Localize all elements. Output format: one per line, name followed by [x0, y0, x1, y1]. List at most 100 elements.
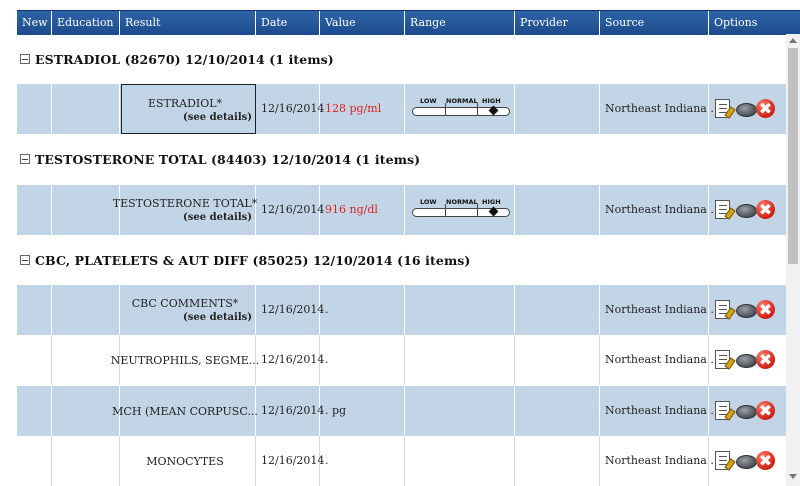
edit-document-icon[interactable]	[715, 451, 736, 471]
result-value: .	[325, 353, 329, 366]
collapse-toggle-icon[interactable]	[20, 154, 30, 164]
column-header-value[interactable]: Value	[320, 11, 405, 35]
delete-icon[interactable]: ✖	[756, 200, 775, 219]
table-row[interactable]: CBC COMMENTS* (see details) 12/16/2014 .…	[17, 285, 800, 335]
result-source: Northeast Indiana ...	[605, 353, 721, 366]
result-name: NEUTROPHILS, SEGME...	[110, 353, 260, 367]
value-cell: .	[320, 436, 405, 486]
new-cell	[17, 436, 52, 486]
delete-icon[interactable]: ✖	[756, 99, 775, 118]
see-details-link[interactable]: (see details)	[183, 312, 252, 323]
edit-document-icon[interactable]	[715, 350, 736, 370]
result-value: 916 ng/dl	[325, 203, 378, 216]
group-title: TESTOSTERONE TOTAL (84403) 12/10/2014 (1…	[35, 152, 421, 167]
column-header-options[interactable]: Options	[709, 11, 800, 35]
value-cell: .	[320, 285, 405, 335]
result-cell[interactable]: ESTRADIOL* (see details)	[121, 84, 256, 134]
source-cell: Northeast Indiana ...	[600, 285, 721, 335]
archive-icon[interactable]	[736, 354, 757, 368]
result-cell[interactable]: TESTOSTERONE TOTAL* (see details)	[113, 185, 257, 235]
result-name: MONOCYTES	[146, 454, 224, 468]
value-cell: .	[320, 335, 405, 385]
column-header-new[interactable]: New	[17, 11, 52, 35]
column-header-result[interactable]: Result	[120, 11, 256, 35]
group-header-estradiol[interactable]: ESTRADIOL (82670) 12/10/2014 (1 items)	[20, 50, 334, 70]
new-cell	[17, 335, 52, 385]
archive-icon[interactable]	[736, 455, 757, 469]
date-cell: 12/16/2014	[256, 285, 324, 335]
provider-cell	[515, 436, 600, 486]
delete-icon[interactable]: ✖	[756, 350, 775, 369]
results-table-header: New Education Result Date Value Range Pr…	[17, 10, 800, 35]
vertical-scrollbar[interactable]	[786, 34, 800, 486]
scroll-down-icon[interactable]	[789, 474, 797, 479]
result-value: . pg	[325, 404, 347, 417]
table-row[interactable]: ESTRADIOL* (see details) 12/16/2014 128 …	[17, 84, 800, 134]
see-details-link[interactable]: (see details)	[183, 212, 252, 223]
result-date: 12/16/2014	[261, 454, 325, 467]
result-source: Northeast Indiana ...	[605, 303, 721, 316]
edit-document-icon[interactable]	[715, 401, 736, 421]
new-cell	[17, 285, 52, 335]
column-header-date[interactable]: Date	[256, 11, 320, 35]
education-cell	[52, 84, 120, 134]
result-date: 12/16/2014	[261, 203, 325, 216]
result-date: 12/16/2014	[261, 353, 325, 366]
result-source: Northeast Indiana ...	[605, 102, 721, 115]
result-cell[interactable]: CBC COMMENTS* (see details)	[120, 285, 256, 335]
column-header-source[interactable]: Source	[600, 11, 709, 35]
group-header-testosterone[interactable]: TESTOSTERONE TOTAL (84403) 12/10/2014 (1…	[20, 150, 420, 170]
result-date: 12/16/2014	[261, 102, 325, 115]
group-title: CBC, PLATELETS & AUT DIFF (85025) 12/10/…	[35, 253, 471, 268]
provider-cell	[515, 185, 600, 235]
range-indicator: LOW NORMAL HIGH	[410, 97, 510, 121]
archive-icon[interactable]	[736, 304, 757, 318]
range-high-label: HIGH	[482, 97, 501, 105]
archive-icon[interactable]	[736, 405, 757, 419]
see-details-link[interactable]: (see details)	[183, 112, 252, 123]
delete-icon[interactable]: ✖	[756, 300, 775, 319]
result-source: Northeast Indiana ...	[605, 454, 721, 467]
options-cell: ✖	[715, 400, 777, 422]
archive-icon[interactable]	[736, 204, 757, 218]
scroll-up-icon[interactable]	[789, 38, 797, 43]
range-cell	[405, 386, 515, 436]
scrollbar-thumb[interactable]	[788, 48, 798, 264]
table-row[interactable]: MONOCYTES 12/16/2014 . Northeast Indiana…	[17, 436, 800, 486]
source-cell: Northeast Indiana ...	[600, 335, 721, 385]
column-header-provider[interactable]: Provider	[515, 11, 600, 35]
range-normal-label: NORMAL	[446, 198, 478, 206]
column-header-range[interactable]: Range	[405, 11, 515, 35]
range-cell: LOW NORMAL HIGH	[405, 84, 515, 134]
edit-document-icon[interactable]	[715, 300, 736, 320]
result-value: 128 pg/ml	[325, 102, 382, 115]
result-cell[interactable]: NEUTROPHILS, SEGME...	[111, 335, 259, 385]
collapse-toggle-icon[interactable]	[20, 54, 30, 64]
delete-icon[interactable]: ✖	[756, 401, 775, 420]
date-cell: 12/16/2014	[256, 436, 324, 486]
table-row[interactable]: NEUTROPHILS, SEGME... 12/16/2014 . North…	[17, 335, 800, 385]
table-row[interactable]: TESTOSTERONE TOTAL* (see details) 12/16/…	[17, 185, 800, 235]
options-cell: ✖	[715, 299, 777, 321]
edit-document-icon[interactable]	[715, 99, 736, 119]
result-cell[interactable]: MCH (MEAN CORPUSC...	[112, 386, 258, 436]
date-cell: 12/16/2014	[256, 84, 324, 134]
archive-icon[interactable]	[736, 103, 757, 117]
edit-document-icon[interactable]	[715, 200, 736, 220]
result-cell[interactable]: MONOCYTES	[120, 436, 256, 486]
table-row[interactable]: MCH (MEAN CORPUSC... 12/16/2014 . pg Nor…	[17, 386, 800, 436]
options-cell: ✖	[715, 199, 777, 221]
range-cell	[405, 436, 515, 486]
value-cell: 128 pg/ml	[320, 84, 405, 134]
delete-icon[interactable]: ✖	[756, 451, 775, 470]
column-header-education[interactable]: Education	[52, 11, 120, 35]
group-header-cbc[interactable]: CBC, PLATELETS & AUT DIFF (85025) 12/10/…	[20, 251, 470, 271]
provider-cell	[515, 335, 600, 385]
source-cell: Northeast Indiana ...	[600, 185, 721, 235]
provider-cell	[515, 386, 600, 436]
education-cell	[52, 185, 120, 235]
collapse-toggle-icon[interactable]	[20, 255, 30, 265]
result-date: 12/16/2014	[261, 404, 325, 417]
provider-cell	[515, 285, 600, 335]
education-cell	[52, 386, 120, 436]
